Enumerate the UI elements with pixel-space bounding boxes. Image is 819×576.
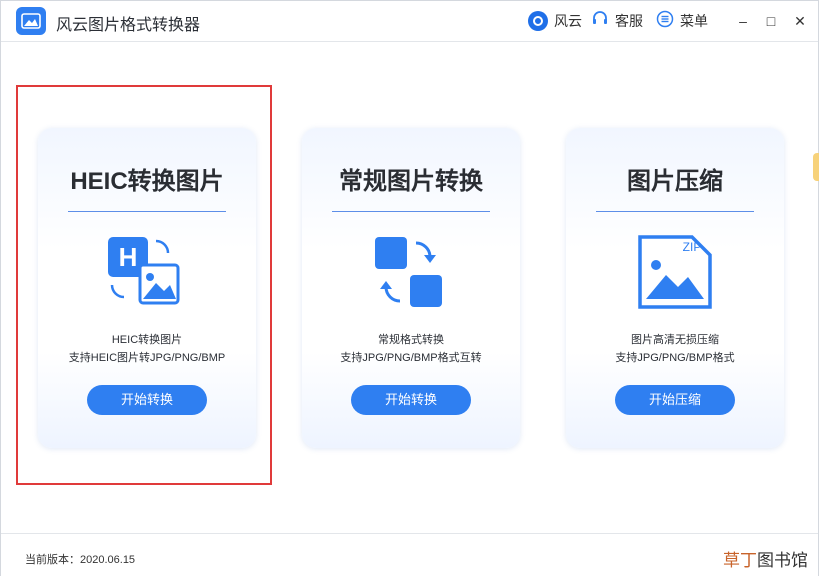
card-support-text: 支持JPG/PNG/BMP格式互转 (340, 352, 482, 364)
headset-icon (591, 10, 609, 33)
zip-badge: ZIP (683, 240, 702, 254)
watermark: 草丁图书馆 (723, 546, 808, 571)
menu-label: 菜单 (680, 13, 708, 29)
menu-button[interactable]: 菜单 (656, 10, 708, 32)
maximize-button[interactable]: □ (761, 11, 781, 31)
watermark-text: 图书馆 (757, 551, 808, 570)
app-logo-icon (16, 7, 46, 35)
brand-link[interactable]: 风云 (528, 10, 582, 32)
card-support-text: 支持JPG/PNG/BMP格式 (615, 352, 735, 364)
card-description: 图片高清无损压缩 (631, 334, 719, 346)
selection-highlight (16, 85, 272, 485)
maximize-icon: □ (766, 13, 776, 29)
card-description: 常规格式转换 (378, 334, 444, 346)
side-tab-handle[interactable] (813, 153, 819, 181)
close-button[interactable]: ✕ (790, 11, 810, 31)
card-image-compress[interactable]: 图片压缩 ZIP 图片高清无损压缩 支持JPG/PNG/BMP格式 开始压缩 (566, 128, 784, 448)
menu-icon (656, 10, 674, 33)
brand-logo-icon (528, 11, 548, 31)
customer-service-button[interactable]: 客服 (591, 10, 643, 32)
watermark-accent: 草丁 (723, 551, 757, 570)
zip-compress-icon: ZIP (634, 233, 716, 313)
card-divider (332, 211, 490, 212)
status-bar: 当前版本：2020.06.15 草丁图书馆 (1, 533, 818, 576)
close-icon: ✕ (794, 12, 806, 29)
customer-service-label: 客服 (615, 13, 643, 29)
card-format-convert[interactable]: 常规图片转换 常规格式转换 支持JPG/PNG/BMP格式互转 开始转换 (302, 128, 520, 448)
format-convert-icon (370, 233, 452, 313)
card-divider (596, 211, 754, 212)
start-convert-button[interactable]: 开始转换 (351, 385, 471, 415)
card-title: 常规图片转换 (339, 168, 483, 195)
app-title: 风云图片格式转换器 (56, 17, 201, 34)
card-title: 图片压缩 (627, 168, 723, 195)
brand-label: 风云 (554, 13, 582, 29)
minimize-button[interactable]: – (733, 11, 753, 31)
minimize-icon: – (739, 13, 747, 29)
version-label: 当前版本：2020.06.15 (25, 554, 136, 566)
app-window: 风云图片格式转换器 风云 客服 菜单 – □ ✕ HEIC转换图片 H HEIC… (0, 0, 819, 576)
title-bar: 风云图片格式转换器 风云 客服 菜单 – □ ✕ (1, 1, 818, 42)
start-compress-button[interactable]: 开始压缩 (615, 385, 735, 415)
